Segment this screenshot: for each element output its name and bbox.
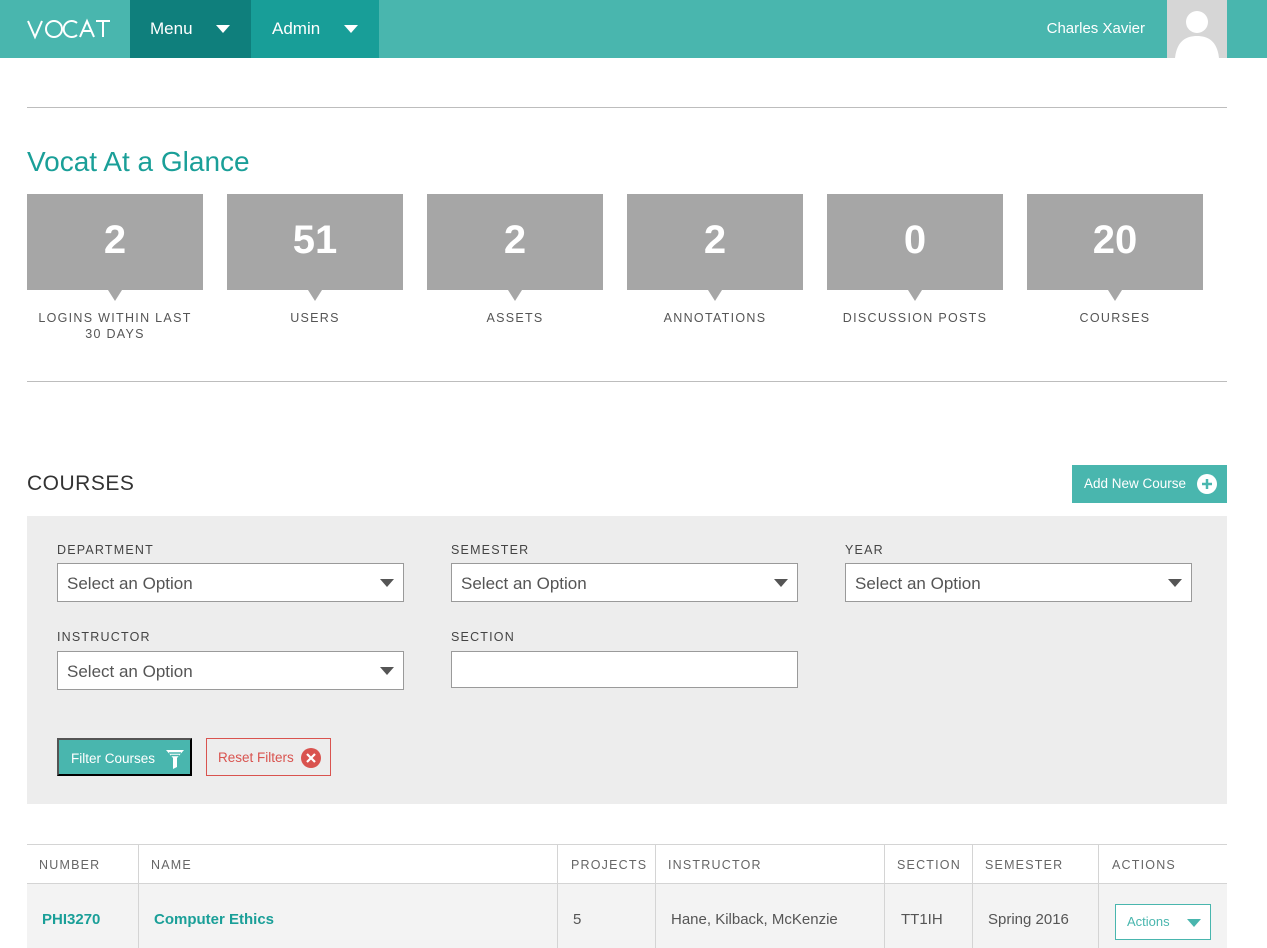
column-header-semester[interactable]: SEMESTER bbox=[973, 845, 1099, 884]
stat-logins: 2 LOGINS WITHIN LAST 30 DAYS bbox=[27, 194, 203, 342]
user-avatar-icon[interactable] bbox=[1167, 0, 1227, 58]
column-header-instructor[interactable]: INSTRUCTOR bbox=[656, 845, 885, 884]
course-filter-panel: DEPARTMENT Select an Option SEMESTER Sel… bbox=[27, 516, 1227, 804]
add-new-course-label: Add New Course bbox=[1084, 476, 1187, 491]
chevron-down-icon bbox=[216, 25, 230, 33]
stat-value: 20 bbox=[1027, 194, 1203, 301]
divider bbox=[27, 107, 1227, 108]
column-header-section[interactable]: SECTION bbox=[885, 845, 973, 884]
stat-courses: 20 COURSES bbox=[1027, 194, 1203, 326]
stat-label: LOGINS WITHIN LAST 30 DAYS bbox=[38, 311, 192, 341]
department-select-value: Select an Option bbox=[67, 574, 193, 593]
stat-label: ASSETS bbox=[486, 311, 544, 325]
filter-courses-label: Filter Courses bbox=[71, 751, 156, 766]
course-actions-dropdown[interactable]: Actions bbox=[1115, 904, 1211, 940]
course-instructor: Hane, Kilback, McKenzie bbox=[656, 884, 885, 948]
plus-circle-icon bbox=[1197, 474, 1217, 494]
chevron-down-icon bbox=[344, 25, 358, 33]
top-navbar: Menu Admin Charles Xavier bbox=[0, 0, 1267, 58]
section-input[interactable] bbox=[451, 651, 798, 688]
chevron-down-icon bbox=[1168, 579, 1182, 587]
user-name[interactable]: Charles Xavier bbox=[1047, 20, 1145, 37]
year-label: YEAR bbox=[845, 543, 884, 557]
semester-select-value: Select an Option bbox=[461, 574, 587, 593]
chevron-down-icon bbox=[774, 579, 788, 587]
divider bbox=[27, 381, 1227, 382]
glance-title: Vocat At a Glance bbox=[27, 146, 250, 177]
filter-courses-button[interactable]: Filter Courses bbox=[57, 738, 192, 776]
course-actions-label: Actions bbox=[1127, 914, 1170, 929]
instructor-select[interactable]: Select an Option bbox=[57, 651, 404, 690]
semester-label: SEMESTER bbox=[451, 543, 530, 557]
stat-label: COURSES bbox=[1079, 311, 1151, 325]
table-header: NUMBER NAME PROJECTS INSTRUCTOR SECTION … bbox=[27, 844, 1227, 884]
course-section: TT1IH bbox=[885, 884, 973, 948]
year-select-value: Select an Option bbox=[855, 574, 981, 593]
funnel-icon bbox=[166, 750, 184, 769]
nav-admin-dropdown[interactable]: Admin bbox=[251, 0, 379, 58]
nav-admin-label: Admin bbox=[272, 19, 321, 38]
department-select[interactable]: Select an Option bbox=[57, 563, 404, 602]
close-circle-icon bbox=[301, 748, 321, 768]
vocat-logo[interactable] bbox=[27, 18, 111, 40]
stat-value: 2 bbox=[27, 194, 203, 301]
add-new-course-button[interactable]: Add New Course bbox=[1072, 465, 1227, 503]
course-number-link[interactable]: PHI3270 bbox=[27, 884, 139, 948]
stat-value: 2 bbox=[627, 194, 803, 301]
stat-label: USERS bbox=[290, 311, 340, 325]
semester-select[interactable]: Select an Option bbox=[451, 563, 798, 602]
stat-value: 51 bbox=[227, 194, 403, 301]
nav-menu-dropdown[interactable]: Menu bbox=[130, 0, 251, 58]
stat-discussion-posts: 0 DISCUSSION POSTS bbox=[827, 194, 1003, 326]
instructor-label: INSTRUCTOR bbox=[57, 630, 151, 644]
stat-users: 51 USERS bbox=[227, 194, 403, 326]
stat-label: ANNOTATIONS bbox=[663, 311, 767, 325]
course-actions-cell: Actions bbox=[1099, 884, 1227, 948]
stat-label: DISCUSSION POSTS bbox=[842, 311, 988, 325]
year-select[interactable]: Select an Option bbox=[845, 563, 1192, 602]
column-header-number[interactable]: NUMBER bbox=[27, 845, 139, 884]
stat-value: 2 bbox=[427, 194, 603, 301]
reset-filters-button[interactable]: Reset Filters bbox=[206, 738, 331, 776]
course-semester: Spring 2016 bbox=[973, 884, 1099, 948]
chevron-down-icon bbox=[380, 579, 394, 587]
stat-annotations: 2 ANNOTATIONS bbox=[627, 194, 803, 326]
column-header-actions: ACTIONS bbox=[1112, 858, 1176, 872]
course-projects: 5 bbox=[558, 884, 656, 948]
section-label: SECTION bbox=[451, 630, 515, 644]
instructor-select-value: Select an Option bbox=[67, 662, 193, 681]
courses-title: COURSES bbox=[27, 472, 135, 495]
table-row: PHI3270 Computer Ethics 5 Hane, Kilback,… bbox=[27, 884, 1227, 948]
nav-menu-label: Menu bbox=[150, 19, 193, 38]
chevron-down-icon bbox=[1187, 919, 1201, 927]
department-label: DEPARTMENT bbox=[57, 543, 154, 557]
column-header-name[interactable]: NAME bbox=[139, 845, 558, 884]
chevron-down-icon bbox=[380, 667, 394, 675]
column-header-projects[interactable]: PROJECTS bbox=[558, 845, 656, 884]
stat-value: 0 bbox=[827, 194, 1003, 301]
stat-assets: 2 ASSETS bbox=[427, 194, 603, 326]
course-name-link[interactable]: Computer Ethics bbox=[139, 884, 558, 948]
reset-filters-label: Reset Filters bbox=[218, 750, 294, 765]
